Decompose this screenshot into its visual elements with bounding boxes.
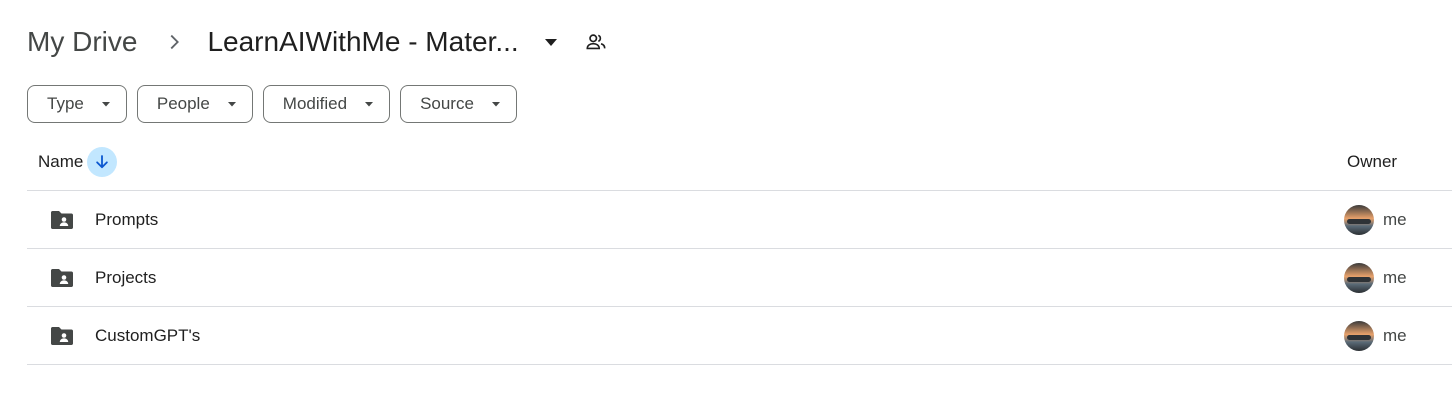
column-header-owner[interactable]: Owner [1347, 152, 1397, 172]
chevron-right-icon [163, 31, 185, 53]
filter-people[interactable]: People [136, 85, 253, 123]
file-name: Projects [95, 267, 157, 287]
sort-direction-button[interactable] [87, 146, 118, 177]
avatar [1344, 204, 1374, 235]
filter-source[interactable]: Source [400, 85, 517, 123]
file-list-table: Name Owner Prompts me Projects me Custom… [27, 133, 1452, 365]
owner-name: me [1383, 325, 1407, 345]
filter-label: Type [47, 94, 84, 113]
breadcrumb-my-drive[interactable]: My Drive [27, 26, 137, 58]
caret-down-icon [490, 98, 502, 110]
caret-down-icon [226, 98, 238, 110]
shared-folder-icon [49, 209, 75, 231]
owner-cell: me [1344, 320, 1407, 351]
drive-folder-view: My Drive LearnAIWithMe - Mater... Type P… [0, 0, 1452, 416]
breadcrumb-current-folder[interactable]: LearnAIWithMe - Mater... [207, 26, 518, 58]
filter-label: People [156, 94, 210, 113]
avatar [1344, 262, 1374, 293]
filter-label: Modified [282, 94, 348, 113]
table-row[interactable]: CustomGPT's me [27, 307, 1452, 365]
shared-folder-icon [49, 325, 75, 347]
table-row[interactable]: Prompts me [27, 191, 1452, 249]
owner-cell: me [1344, 204, 1407, 235]
filter-modified[interactable]: Modified [262, 85, 391, 123]
caret-down-icon [100, 98, 112, 110]
breadcrumb: My Drive LearnAIWithMe - Mater... [27, 20, 607, 64]
filter-type[interactable]: Type [27, 85, 127, 123]
filter-label: Source [420, 94, 474, 113]
table-header: Name Owner [27, 133, 1452, 191]
file-name: CustomGPT's [95, 325, 201, 345]
owner-name: me [1383, 267, 1407, 287]
owner-cell: me [1344, 262, 1407, 293]
shared-folder-icon [49, 267, 75, 289]
folder-menu-caret-icon[interactable] [543, 34, 559, 50]
avatar [1344, 320, 1374, 351]
owner-name: me [1383, 209, 1407, 229]
arrow-down-icon [96, 154, 109, 168]
column-header-name[interactable]: Name [38, 152, 83, 172]
filter-bar: Type People Modified Source [27, 85, 517, 123]
file-name: Prompts [95, 209, 159, 229]
caret-down-icon [363, 98, 375, 110]
table-row[interactable]: Projects me [27, 249, 1452, 307]
shared-people-icon[interactable] [585, 31, 607, 53]
